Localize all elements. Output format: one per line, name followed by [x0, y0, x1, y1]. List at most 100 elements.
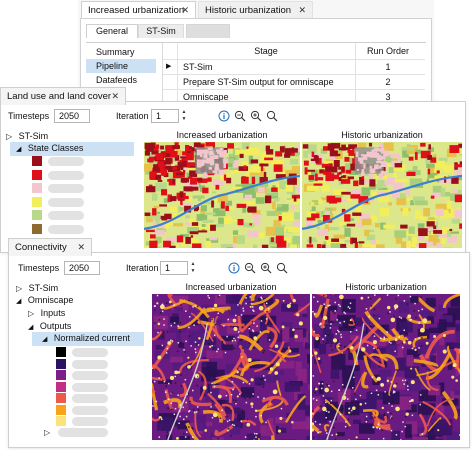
map-title: Historic urbanization [341, 130, 423, 140]
redacted-label [48, 157, 84, 166]
zoom-out-icon[interactable] [244, 262, 256, 274]
redacted-label [72, 405, 108, 415]
redacted-label [48, 224, 84, 234]
tab-connectivity[interactable]: Connectivity ✕ [8, 238, 92, 256]
search-icon[interactable] [276, 262, 288, 274]
nav-label: Pipeline [96, 61, 129, 71]
tree-label: State Classes [27, 143, 84, 153]
table-row[interactable]: ▶ ST-Sim 1 [163, 59, 425, 73]
tree-collapsed-item[interactable]: ▷ [44, 426, 50, 439]
iteration-stepper[interactable]: ▲ ▼ [180, 109, 188, 123]
legend-swatch [56, 393, 66, 403]
scenario-nav: Summary Pipeline Datafeeds Stage Run Ord… [86, 42, 426, 108]
collapse-icon[interactable]: ◢ [42, 336, 47, 343]
redacted-label [48, 170, 84, 180]
legend-swatch [32, 196, 42, 207]
legend-swatch [56, 358, 66, 369]
info-icon[interactable] [218, 110, 230, 122]
current-map-historic[interactable] [312, 294, 460, 440]
legend-swatch [56, 416, 66, 426]
iteration-stepper[interactable]: ▲ ▼ [189, 261, 197, 275]
close-icon[interactable]: ✕ [298, 2, 306, 19]
tree-label: ST-Sim [18, 131, 49, 141]
tab-placeholder[interactable] [186, 24, 230, 38]
close-icon[interactable]: ✕ [111, 88, 119, 105]
info-icon[interactable] [228, 262, 240, 274]
legend-swatch [56, 370, 66, 380]
timesteps-label: Timesteps [8, 111, 50, 121]
search-icon[interactable] [266, 110, 278, 122]
collapse-icon[interactable]: ◢ [16, 298, 21, 305]
nav-label: Datafeeds [96, 75, 138, 85]
redacted-label [72, 417, 108, 426]
timesteps-field[interactable]: 2050 [54, 109, 90, 123]
close-icon[interactable]: ✕ [77, 239, 85, 256]
redacted-label [72, 394, 108, 403]
tab-label: Historic urbanization [205, 5, 292, 16]
nav-pipeline[interactable]: Pipeline [86, 59, 156, 73]
pipeline-grid: Stage Run Order ▶ ST-Sim 1 Prepare ST-Si… [162, 43, 425, 107]
iteration-label: Iteration [116, 111, 149, 121]
timesteps-label: Timesteps [18, 263, 60, 273]
legend-swatch [56, 381, 66, 392]
tab-historic-urbanization[interactable]: Historic urbanization ✕ [198, 1, 313, 19]
iteration-field[interactable]: 1 [151, 109, 179, 123]
grid-header-run-order: Run Order [366, 46, 410, 56]
tree-label: ST-Sim [28, 283, 59, 293]
grid-header-stage: Stage [254, 46, 278, 56]
legend-swatch [56, 347, 66, 357]
map-title: Increased urbanization [176, 130, 268, 140]
tab-label: Increased urbanization [88, 5, 185, 16]
iteration-label: Iteration [126, 263, 159, 273]
tab-label: ST-Sim [146, 26, 176, 36]
tree-inputs[interactable]: ▷ Inputs [28, 307, 65, 320]
lulc-map-increased[interactable] [144, 142, 300, 248]
legend-swatch [32, 183, 42, 193]
row-marker: ▶ [166, 63, 172, 70]
tab-label: Connectivity [15, 242, 67, 253]
table-row[interactable]: Prepare ST-Sim output for omniscape 2 [163, 74, 425, 88]
redacted-label [72, 371, 108, 380]
expand-icon[interactable]: ▷ [28, 309, 34, 318]
tab-st-sim[interactable]: ST-Sim [138, 24, 184, 38]
tab-label: Land use and land cover [7, 91, 112, 102]
tree-state-classes[interactable]: ◢ State Classes [10, 142, 134, 156]
redacted-label [48, 211, 84, 220]
zoom-in-icon[interactable] [260, 262, 272, 274]
tree-omniscape[interactable]: ◢ Omniscape [16, 294, 73, 308]
tree-normalized-current[interactable]: ◢ Normalized current [32, 332, 144, 346]
run-order-cell[interactable]: 1 [355, 60, 421, 74]
run-order-cell[interactable]: 2 [355, 75, 421, 89]
close-icon[interactable]: ✕ [181, 2, 189, 19]
redacted-label [72, 359, 108, 369]
legend-swatch [32, 210, 42, 220]
redacted-label [58, 428, 108, 437]
tree-label: Inputs [40, 308, 66, 318]
zoom-in-icon[interactable] [250, 110, 262, 122]
tree-label: Omniscape [27, 295, 74, 305]
map-title: Historic urbanization [345, 282, 427, 292]
redacted-label [72, 382, 108, 392]
stage-cell[interactable]: Prepare ST-Sim output for omniscape [183, 75, 334, 89]
collapse-icon[interactable]: ◢ [28, 324, 33, 331]
iteration-field[interactable]: 1 [160, 261, 188, 275]
nav-datafeeds[interactable]: Datafeeds [86, 73, 156, 87]
zoom-out-icon[interactable] [234, 110, 246, 122]
tree-label: Outputs [39, 321, 72, 331]
legend-swatch [32, 169, 42, 180]
stage-cell[interactable]: ST-Sim [183, 60, 213, 74]
lulc-map-historic[interactable] [302, 142, 462, 248]
timesteps-field[interactable]: 2050 [64, 261, 100, 275]
tab-land-use-land-cover[interactable]: Land use and land cover ✕ [0, 87, 126, 105]
collapse-icon[interactable]: ◢ [16, 146, 21, 153]
nav-summary[interactable]: Summary [86, 45, 156, 59]
tab-general[interactable]: General [86, 24, 138, 38]
expand-icon[interactable]: ▷ [44, 428, 50, 437]
tab-label: General [95, 26, 129, 36]
tab-increased-urbanization[interactable]: Increased urbanization ✕ [81, 1, 196, 19]
expand-icon[interactable]: ▷ [6, 132, 12, 141]
redacted-label [48, 184, 84, 193]
expand-icon[interactable]: ▷ [16, 284, 22, 293]
current-map-increased[interactable] [152, 294, 310, 440]
tree-label: Normalized current [53, 333, 130, 343]
